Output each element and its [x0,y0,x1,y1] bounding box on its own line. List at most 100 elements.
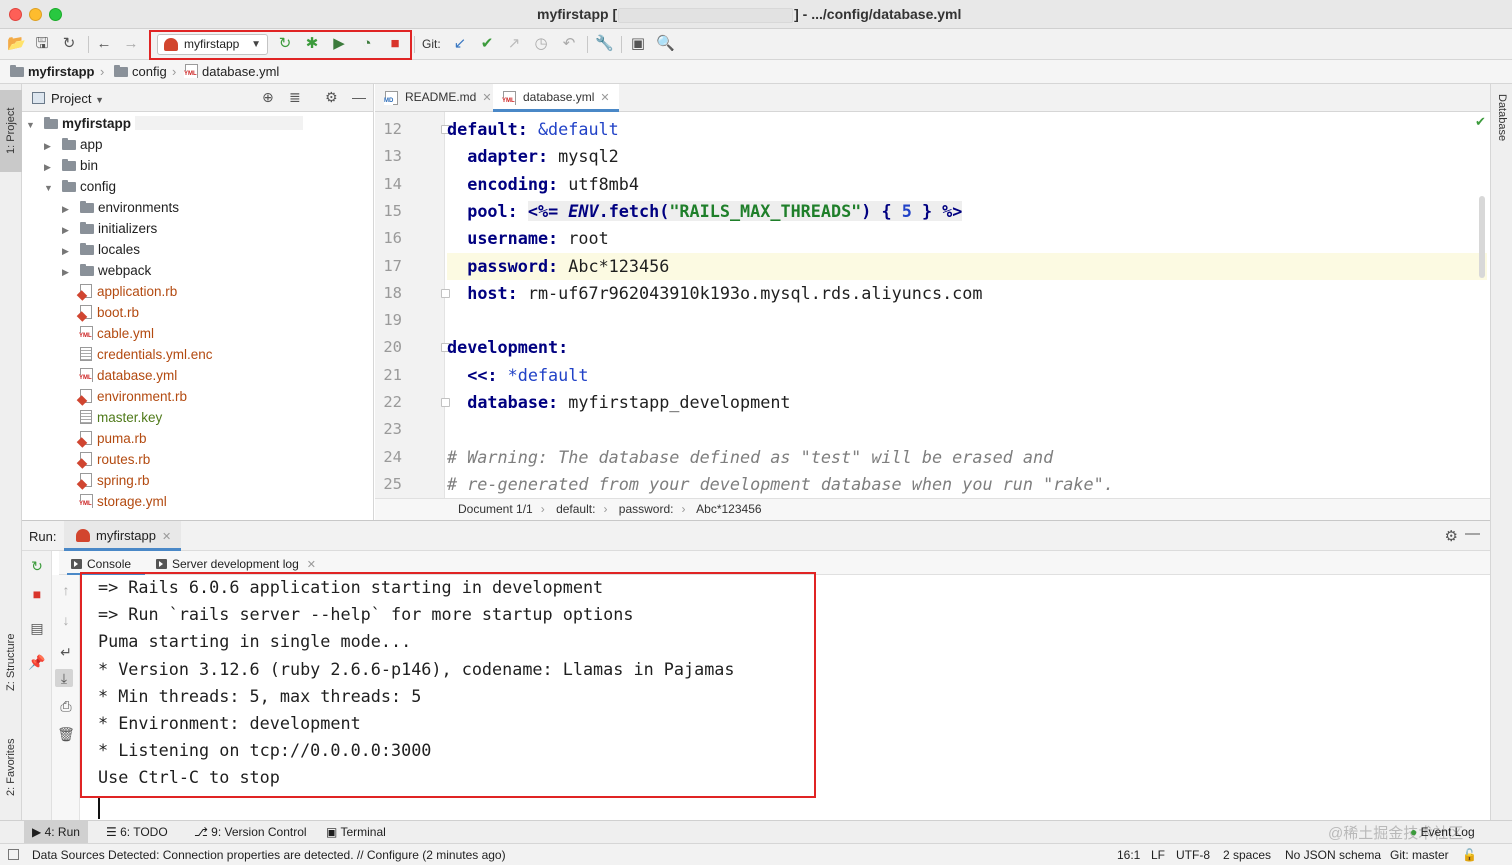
chevron-right-icon[interactable]: ▶ [44,157,56,178]
nav-crumb-config[interactable]: config [114,64,167,79]
code-area[interactable]: default: &default adapter: mysql2 encodi… [447,112,1487,498]
git-push-icon[interactable]: ↗ [505,35,523,53]
locate-file-icon[interactable]: ⊕ [262,89,274,106]
line-separator[interactable]: LF [1151,848,1165,862]
scroll-to-end-icon[interactable]: ⤓ [55,669,73,687]
run-tab-myfirstapp[interactable]: myfirstapp ✕ [64,521,182,551]
arrow-up-icon[interactable]: ↑ [57,581,75,599]
trash-icon[interactable]: 🗑 [57,725,75,743]
tree-item[interactable]: storage.yml [62,491,167,512]
tree-item[interactable]: credentials.yml.enc [62,344,213,365]
tool-event-log[interactable]: ● Event Log [1402,821,1483,843]
toggle-tool-windows-icon[interactable] [8,849,19,860]
inspection-ok-icon[interactable]: ✔ [1475,114,1486,130]
zoom-window-button[interactable] [49,8,62,21]
wrench-icon[interactable]: 🔧 [595,35,614,53]
stop-icon[interactable]: ■ [28,585,46,603]
close-icon[interactable]: ✕ [162,531,171,543]
back-icon[interactable]: ← [95,35,113,53]
pin-icon[interactable]: 📌 [28,653,46,671]
close-icon[interactable]: ✕ [600,92,609,104]
sync-icon[interactable]: ↻ [60,35,78,53]
breadcrumb-value[interactable]: Abc*123456 [696,502,761,516]
tree-item[interactable]: ▶ webpack [62,260,151,281]
tree-item[interactable]: ▶ bin [44,155,98,176]
breadcrumb-password[interactable]: password: [619,502,674,516]
breadcrumb-default[interactable]: default: [556,502,595,516]
tool-todo[interactable]: ☰ 6: TODO [98,821,176,843]
hide-panel-icon[interactable]: — [352,89,366,105]
tree-item[interactable]: ▶ locales [62,239,140,260]
nav-crumb-project[interactable]: myfirstapp [10,64,94,79]
editor-scrollbar[interactable] [1479,196,1485,278]
lock-icon[interactable]: 🔓 [1462,848,1477,862]
tool-version-control[interactable]: ⎇ 9: Version Control [186,821,315,843]
terminal-icon[interactable]: ▣ [629,35,647,53]
line-number: 14 [383,174,402,193]
tree-item[interactable]: routes.rb [62,449,150,470]
console-icon [71,559,82,569]
print-icon[interactable]: ⎙ [57,697,75,715]
tree-item[interactable]: cable.yml [62,323,154,344]
tool-tab-database[interactable]: Database [1491,94,1512,141]
breadcrumb-document[interactable]: Document 1/1 [458,502,533,516]
tool-tab-structure[interactable]: Z: Structure [0,620,22,704]
tree-item[interactable]: boot.rb [62,302,139,323]
layout-icon[interactable]: ▤ [28,619,46,637]
project-view-selector[interactable]: Project ▼ [51,91,104,106]
chevron-right-icon[interactable]: ▶ [62,241,74,262]
rollback-icon[interactable]: ↶ [560,35,578,53]
json-schema[interactable]: No JSON schema [1285,848,1381,862]
chevron-down-icon[interactable]: ▼ [44,178,56,199]
tool-run[interactable]: ▶ 4: Run [24,821,88,843]
tree-item[interactable]: ▼ config [44,176,116,197]
arrow-down-icon[interactable]: ↓ [57,611,75,629]
line-number: 15 [383,201,402,220]
save-icon[interactable]: 🖫 [33,35,51,53]
chevron-down-icon[interactable]: ▼ [26,115,38,136]
tree-item[interactable]: ▼ myfirstapp [26,113,304,136]
search-icon[interactable]: 🔍 [656,35,675,53]
open-folder-icon[interactable]: 📂 [7,35,26,53]
chevron-right-icon[interactable]: ▶ [44,136,56,157]
history-icon[interactable]: ◷ [532,35,550,53]
tab-database-yml[interactable]: database.yml✕ [493,84,619,112]
chevron-right-icon[interactable]: ▶ [62,220,74,241]
caret-position[interactable]: 16:1 [1117,848,1140,862]
collapse-all-icon[interactable]: ≣ [289,89,301,106]
gear-icon[interactable]: ⚙ [1445,527,1458,545]
code-line: development: [447,337,569,358]
tool-tab-favorites[interactable]: 2: Favorites [0,724,22,810]
close-icon[interactable]: ✕ [307,559,316,571]
close-window-button[interactable] [9,8,22,21]
yml-file-icon [184,64,198,78]
tree-item[interactable]: application.rb [62,281,177,302]
chevron-right-icon[interactable]: ▶ [62,262,74,283]
hide-panel-icon[interactable]: — [1465,525,1480,542]
file-encoding[interactable]: UTF-8 [1176,848,1210,862]
minimize-window-button[interactable] [29,8,42,21]
tree-item[interactable]: master.key [62,407,162,428]
tree-item[interactable]: ▶ initializers [62,218,157,239]
git-commit-icon[interactable]: ✔ [478,35,496,53]
rerun-icon[interactable]: ↻ [28,557,46,575]
tree-item[interactable]: spring.rb [62,470,150,491]
nav-crumb-file[interactable]: database.yml [184,64,279,79]
tree-item[interactable]: ▶ environments [62,197,179,218]
tree-item[interactable]: puma.rb [62,428,147,449]
indent-setting[interactable]: 2 spaces [1223,848,1271,862]
tool-tab-project[interactable]: 1: Project [0,90,22,172]
tree-item[interactable]: environment.rb [62,386,187,407]
gear-icon[interactable]: ⚙ [325,89,338,106]
soft-wrap-icon[interactable]: ↵ [57,643,75,661]
tree-item[interactable]: database.yml [62,365,177,386]
chevron-right-icon[interactable]: ▶ [62,199,74,220]
status-message[interactable]: Data Sources Detected: Connection proper… [32,848,506,862]
close-icon[interactable]: ✕ [482,92,491,104]
tab-readme[interactable]: README.md✕ [375,84,492,112]
git-update-icon[interactable]: ↙ [451,35,469,53]
git-branch[interactable]: Git: master [1390,848,1449,862]
tool-terminal[interactable]: ▣ Terminal [318,821,394,843]
tree-item[interactable]: ▶ app [44,134,103,155]
forward-icon[interactable]: → [122,35,140,53]
